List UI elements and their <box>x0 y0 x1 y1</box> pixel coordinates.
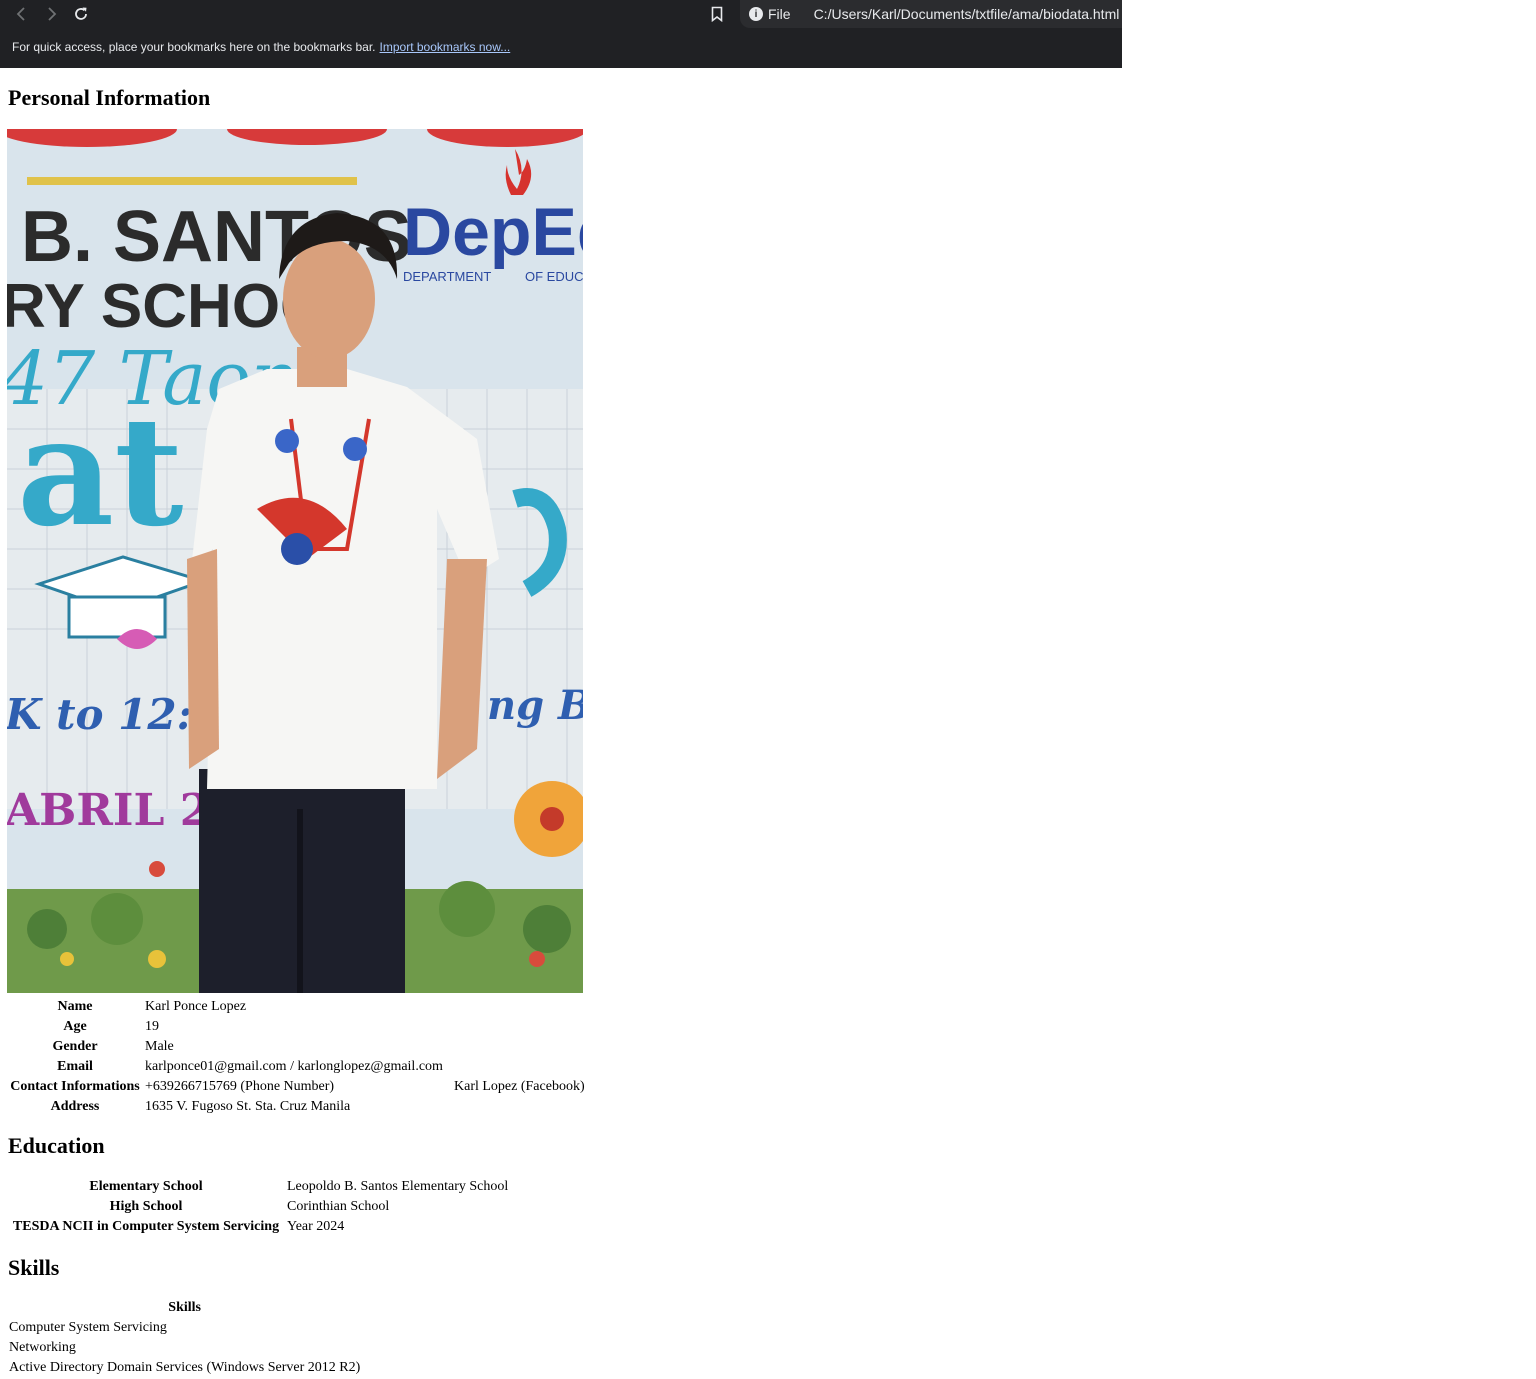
skills-table: Skills Computer System Servicing Network… <box>6 1297 363 1379</box>
table-row: Name Karl Ponce Lopez <box>8 998 586 1016</box>
tesda-label: TESDA NCII in Computer System Servicing <box>12 1219 280 1234</box>
forward-arrow-icon <box>48 7 57 21</box>
browser-chrome: i File C:/Users/Karl/Documents/txtfile/a… <box>0 0 1122 68</box>
bookmark-button[interactable] <box>706 3 728 25</box>
deped-sub1: DEPARTMENT <box>403 269 491 284</box>
table-row: Computer System Servicing <box>8 1319 361 1337</box>
education-table: Elementary School Leopoldo B. Santos Ele… <box>6 1176 511 1238</box>
forward-button[interactable] <box>40 3 62 25</box>
deped-logo-text: DepEd <box>403 194 583 270</box>
bookmarks-bar: For quick access, place your bookmarks h… <box>12 40 510 54</box>
address-value: 1635 V. Fugoso St. Sta. Cruz Manila <box>145 1099 351 1114</box>
back-button[interactable] <box>11 3 33 25</box>
skill-item: Active Directory Domain Services (Window… <box>9 1360 361 1375</box>
bookmark-icon <box>711 6 723 22</box>
deped-sub2: OF EDUC <box>525 269 583 284</box>
elementary-label: Elementary School <box>89 1179 203 1194</box>
high-school-label: High School <box>109 1199 183 1214</box>
import-bookmarks-link[interactable]: Import bookmarks now... <box>380 40 511 54</box>
age-label: Age <box>63 1019 87 1034</box>
contact-facebook-value: Karl Lopez (Facebook) <box>454 1079 585 1094</box>
gender-value: Male <box>145 1039 174 1054</box>
site-info-icon[interactable]: i <box>749 7 763 21</box>
browser-toolbar: i File C:/Users/Karl/Documents/txtfile/a… <box>0 0 1122 28</box>
table-row: Email karlponce01@gmail.com / karlonglop… <box>8 1058 586 1076</box>
skills-heading: Skills <box>8 1255 60 1280</box>
email-label: Email <box>57 1059 93 1074</box>
contact-label: Contact Informations <box>10 1079 140 1094</box>
education-heading: Education <box>8 1133 105 1158</box>
url-scheme-label: File <box>768 6 791 22</box>
name-label: Name <box>57 999 93 1014</box>
table-row: Gender Male <box>8 1038 586 1056</box>
table-row: Active Directory Domain Services (Window… <box>8 1359 361 1377</box>
banner-word: at <box>17 384 183 560</box>
url-text[interactable]: C:/Users/Karl/Documents/txtfile/ama/biod… <box>814 6 1120 22</box>
table-row: High School Corinthian School <box>8 1198 509 1216</box>
address-label: Address <box>50 1099 100 1114</box>
table-row: Contact Informations +639266715769 (Phon… <box>8 1078 586 1096</box>
skill-item: Networking <box>9 1340 76 1355</box>
table-row: TESDA NCII in Computer System Servicing … <box>8 1218 509 1236</box>
gender-label: Gender <box>52 1039 98 1054</box>
table-header-row: Skills <box>8 1299 361 1317</box>
table-row: Elementary School Leopoldo B. Santos Ele… <box>8 1178 509 1196</box>
email-value: karlponce01@gmail.com / karlonglopez@gma… <box>145 1059 443 1074</box>
table-row: Networking <box>8 1339 361 1357</box>
high-school-value: Corinthian School <box>287 1199 390 1214</box>
elementary-value: Leopoldo B. Santos Elementary School <box>287 1179 509 1194</box>
contact-phone-value: +639266715769 (Phone Number) <box>145 1079 335 1094</box>
name-value: Karl Ponce Lopez <box>145 999 247 1014</box>
tesda-value: Year 2024 <box>287 1219 345 1234</box>
back-arrow-icon <box>16 7 25 21</box>
skills-column-header: Skills <box>168 1300 201 1315</box>
personal-information-heading: Personal Information <box>8 85 211 110</box>
personal-info-table: Name Karl Ponce Lopez Age 19 Gender Male… <box>6 996 588 1118</box>
bookmarks-bar-hint: For quick access, place your bookmarks h… <box>12 40 376 54</box>
skill-item: Computer System Servicing <box>9 1320 167 1335</box>
age-value: 19 <box>145 1019 159 1034</box>
reload-icon <box>75 7 87 20</box>
banner-theme-end: ng Ba <box>487 682 583 729</box>
table-row: Age 19 <box>8 1018 586 1036</box>
address-bar[interactable]: i File C:/Users/Karl/Documents/txtfile/a… <box>740 0 1122 28</box>
profile-photo-image: B. SANTOS RY SCHOOL DepEd DEPARTMENT OF … <box>7 129 583 993</box>
reload-button[interactable] <box>70 3 92 25</box>
profile-photo: B. SANTOS RY SCHOOL DepEd DEPARTMENT OF … <box>7 129 583 993</box>
table-row: Address 1635 V. Fugoso St. Sta. Cruz Man… <box>8 1098 586 1116</box>
